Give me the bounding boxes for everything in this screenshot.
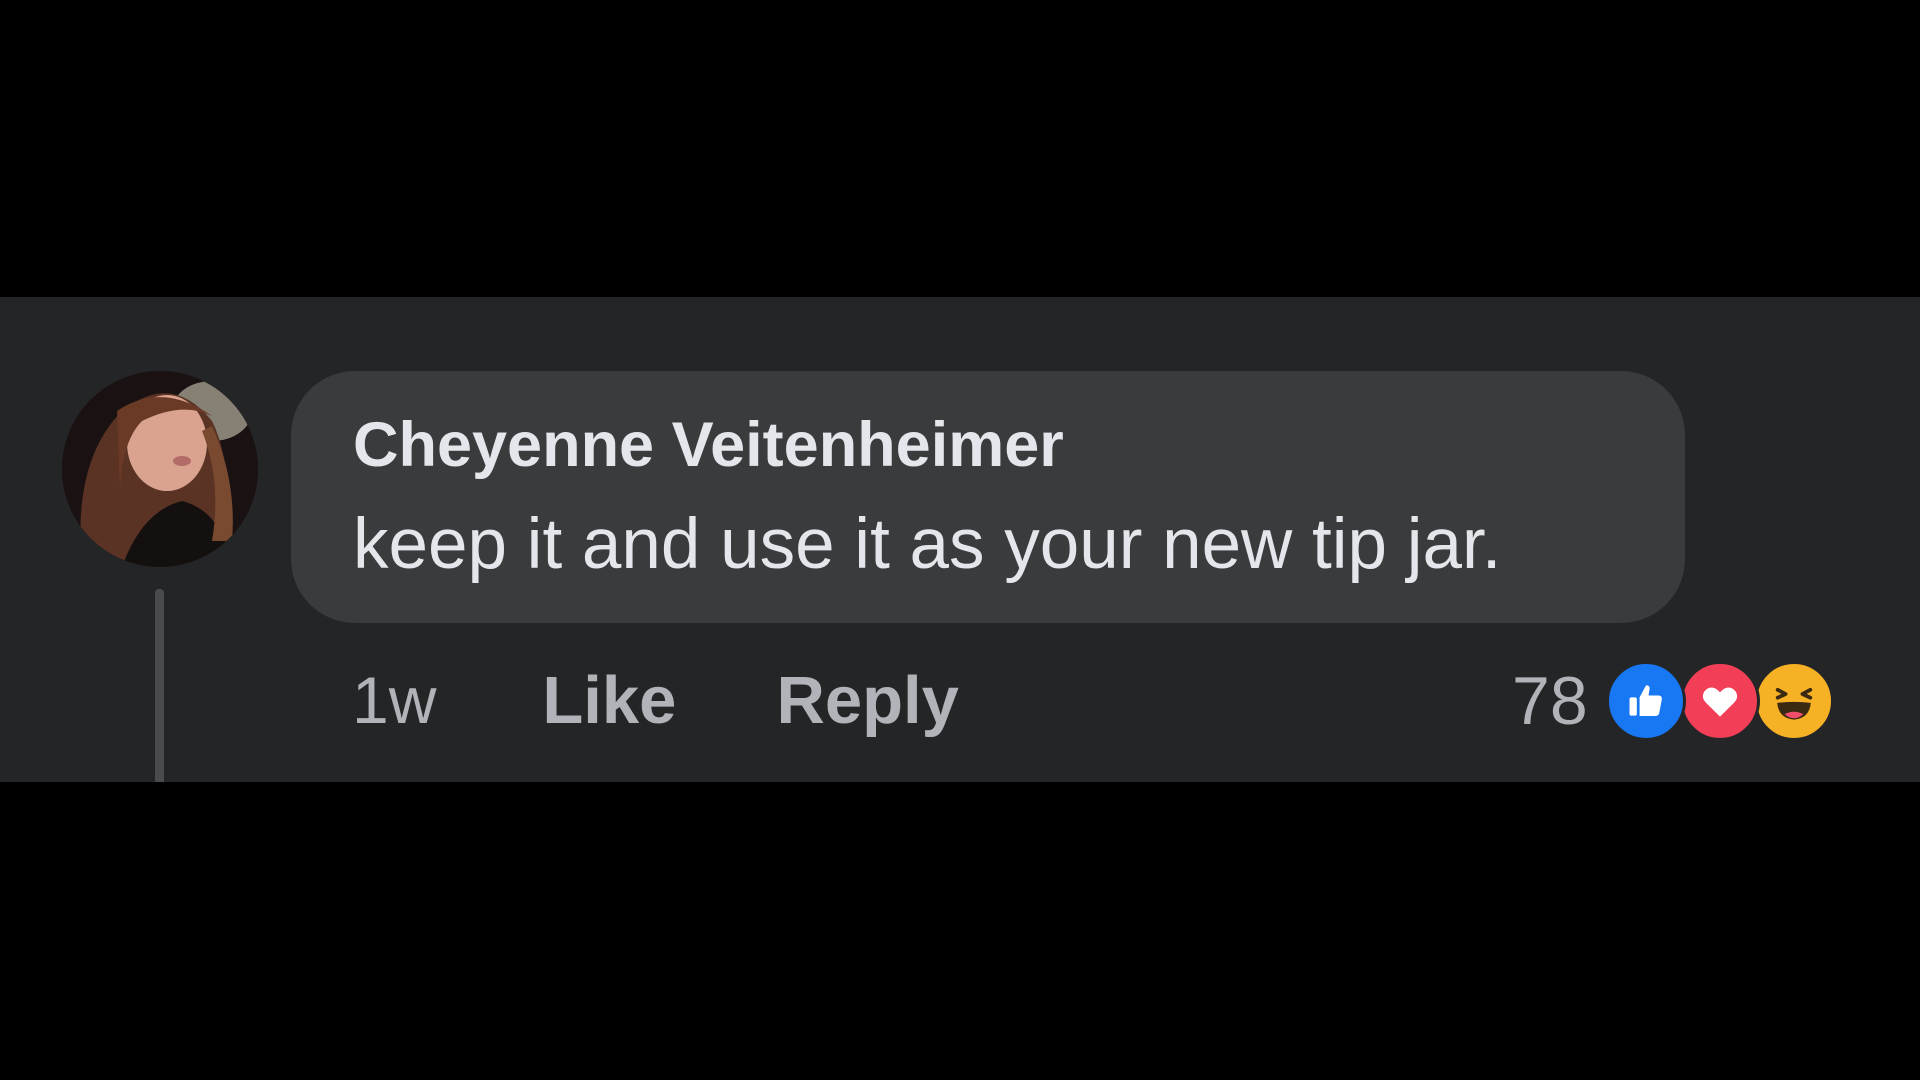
comment-text: keep it and use it as your new tip jar.	[353, 505, 1502, 584]
comment-timestamp[interactable]: 1w	[352, 662, 436, 738]
comment-item: Cheyenne Veitenheimer keep it and use it…	[0, 297, 1920, 782]
comment-bubble[interactable]: Cheyenne Veitenheimer keep it and use it…	[291, 371, 1685, 623]
comment-author-name[interactable]: Cheyenne Veitenheimer	[353, 409, 1064, 481]
thread-connector-line	[155, 589, 164, 782]
avatar-photo	[62, 371, 258, 567]
avatar[interactable]	[62, 371, 258, 567]
reaction-count: 78	[1512, 663, 1588, 739]
reactions-summary[interactable]: 78	[1512, 651, 1834, 751]
love-icon	[1679, 661, 1760, 741]
screenshot-frame: Cheyenne Veitenheimer keep it and use it…	[0, 0, 1920, 1080]
comment-actions: 1w Like Reply	[352, 655, 959, 745]
like-button[interactable]: Like	[542, 662, 676, 739]
like-icon	[1605, 661, 1686, 741]
haha-icon	[1753, 661, 1834, 741]
reply-button[interactable]: Reply	[776, 662, 958, 739]
